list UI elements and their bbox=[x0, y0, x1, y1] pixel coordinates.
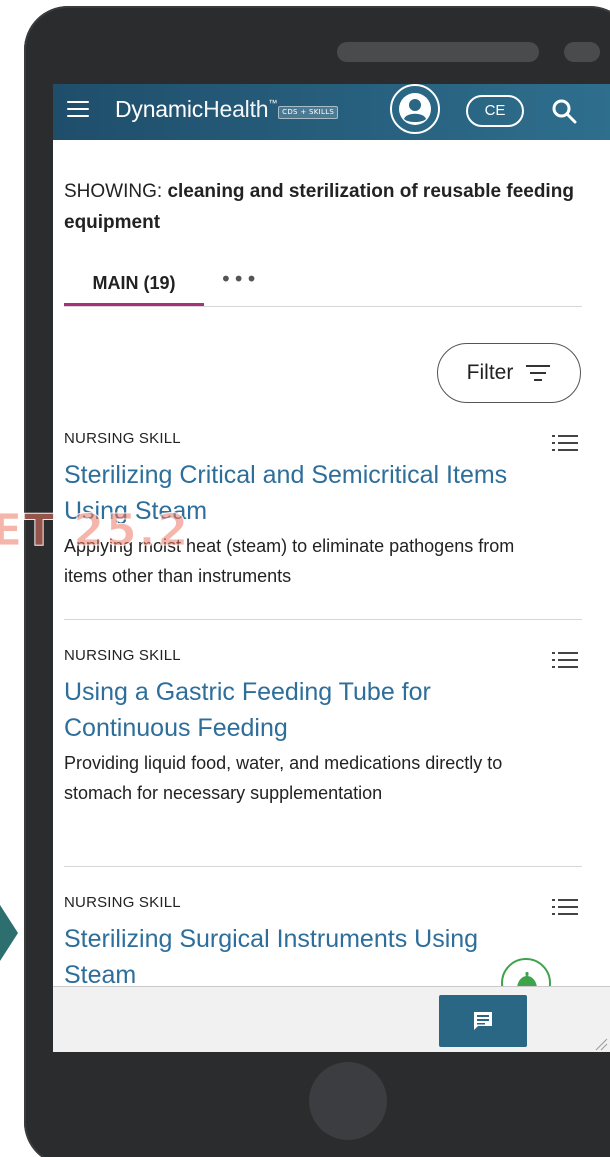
ce-button[interactable]: CE bbox=[466, 95, 524, 127]
brand-primary: Dynamic bbox=[115, 96, 204, 122]
phone-speaker bbox=[337, 42, 539, 62]
bottom-bar bbox=[53, 986, 610, 1052]
stage: Dynamic Health ™ CDS + SKILLS CE SHOWING… bbox=[0, 0, 610, 1157]
menu-icon[interactable] bbox=[67, 101, 89, 119]
result-divider bbox=[64, 866, 582, 867]
search-icon bbox=[552, 99, 577, 124]
tab-more-button[interactable]: ••• bbox=[220, 268, 257, 298]
result-description: Providing liquid food, water, and medica… bbox=[64, 753, 503, 803]
top-app-bar: Dynamic Health ™ CDS + SKILLS CE bbox=[53, 84, 610, 140]
phone-home-button[interactable] bbox=[309, 1062, 387, 1140]
result-tabs: MAIN (19) ••• bbox=[64, 268, 582, 307]
showing-prefix: SHOWING: bbox=[64, 181, 163, 202]
brand-secondary: Health bbox=[203, 96, 269, 122]
resize-grip-icon[interactable] bbox=[594, 1037, 608, 1051]
result-description: Applying moist heat (steam) to eliminate… bbox=[64, 536, 515, 586]
result-divider bbox=[64, 619, 582, 620]
list-item: NURSING SKILL Sterilizing Critical and S… bbox=[64, 430, 582, 591]
search-summary: SHOWING: cleaning and sterilization of r… bbox=[64, 176, 574, 238]
result-category: NURSING SKILL bbox=[64, 430, 181, 447]
phone-camera bbox=[564, 42, 600, 62]
pointer-arrow-icon bbox=[0, 905, 18, 961]
filter-button[interactable]: Filter bbox=[437, 343, 581, 403]
chat-icon bbox=[474, 1012, 492, 1030]
tab-main[interactable]: MAIN (19) bbox=[64, 268, 204, 306]
filter-icon bbox=[526, 365, 551, 381]
account-button[interactable] bbox=[390, 84, 440, 134]
result-title-link[interactable]: Sterilizing Surgical Instruments Using S… bbox=[64, 921, 534, 993]
list-item: NURSING SKILL Using a Gastric Feeding Tu… bbox=[64, 647, 582, 808]
brand-logo[interactable]: Dynamic Health ™ CDS + SKILLS bbox=[115, 96, 339, 126]
result-category: NURSING SKILL bbox=[64, 894, 181, 911]
list-icon[interactable] bbox=[552, 898, 578, 916]
list-icon[interactable] bbox=[552, 651, 578, 669]
app-screen: Dynamic Health ™ CDS + SKILLS CE SHOWING… bbox=[53, 84, 610, 1052]
brand-trademark: ™ bbox=[268, 98, 278, 108]
filter-label: Filter bbox=[466, 361, 514, 384]
result-title-link[interactable]: Using a Gastric Feeding Tube for Continu… bbox=[64, 674, 534, 746]
user-icon bbox=[399, 93, 431, 125]
search-button[interactable] bbox=[551, 98, 577, 128]
brand-tag: CDS + SKILLS bbox=[278, 106, 339, 119]
list-icon[interactable] bbox=[552, 434, 578, 452]
result-category: NURSING SKILL bbox=[64, 647, 181, 664]
result-title-link[interactable]: Sterilizing Critical and Semicritical It… bbox=[64, 457, 534, 529]
chat-button[interactable] bbox=[439, 995, 527, 1047]
